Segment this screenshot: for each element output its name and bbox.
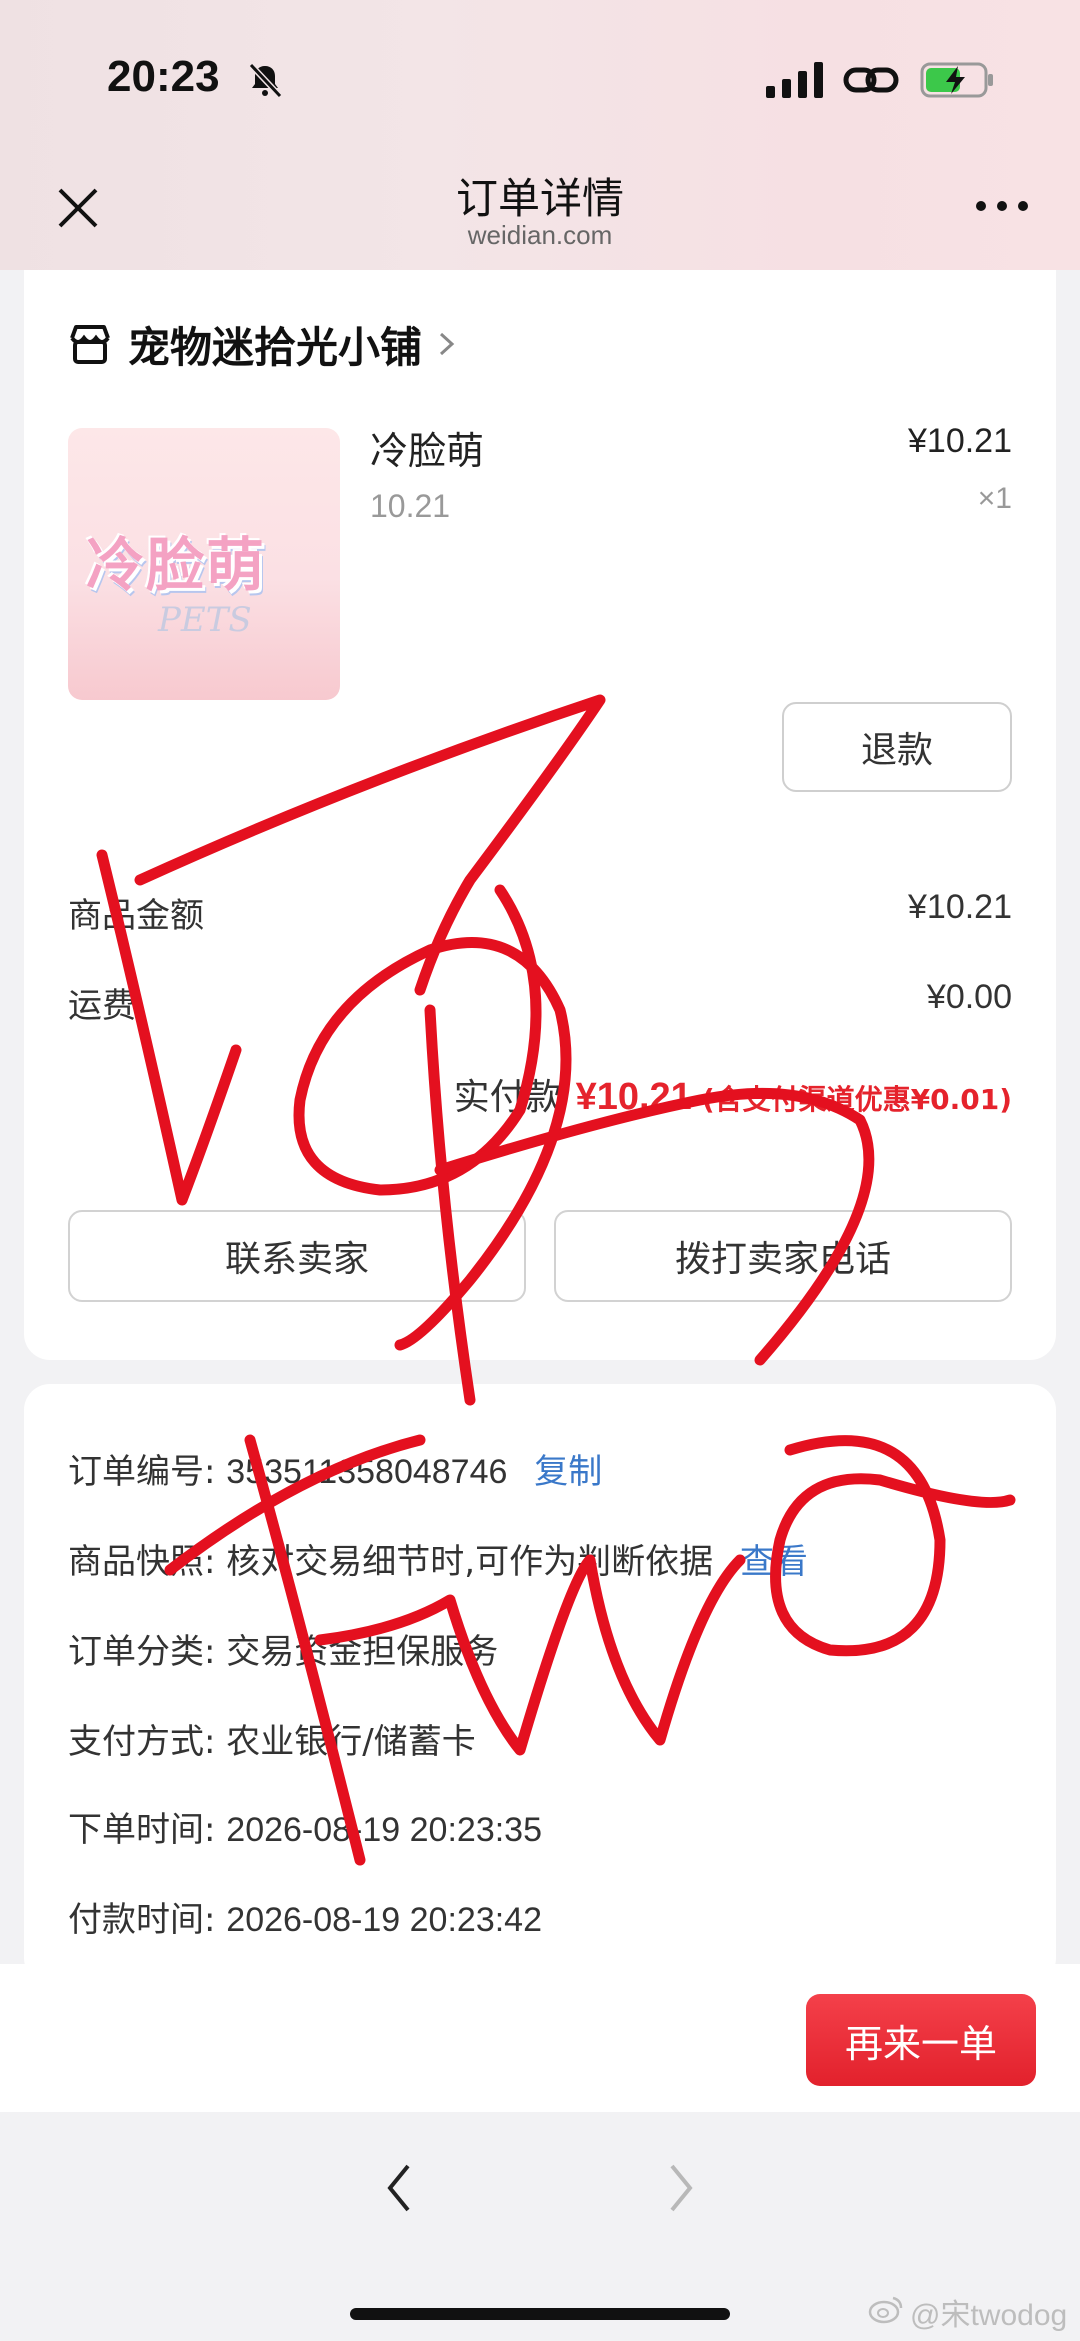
product-quantity: ×1 <box>977 482 1012 515</box>
weibo-logo-icon <box>868 2296 903 2324</box>
reorder-button[interactable]: 再来一单 <box>806 1994 1036 2086</box>
shop-name: 宠物迷拾光小铺 <box>128 322 423 372</box>
pay-time-label: 付款时间: <box>68 1900 216 1940</box>
product-title[interactable]: 冷脸萌 <box>370 420 484 475</box>
product-image-script: PETS <box>158 600 252 640</box>
category-row: 订单分类: 交易资金担保服务 <box>68 1624 1012 1673</box>
forward-arrow-icon[interactable] <box>660 2158 700 2218</box>
order-number-row: 订单编号: 353511358048746 复制 <box>68 1444 1012 1493</box>
shipping-row: 运费 ¥0.00 <box>68 978 1012 1028</box>
battery-charging-icon <box>920 62 993 98</box>
order-number-value: 353511358048746 <box>226 1453 508 1491</box>
goods-amount-value: ¥10.21 <box>908 888 1012 926</box>
bottom-action-bar: 再来一单 <box>0 1964 1080 2112</box>
pay-time-row: 付款时间: 2026-08-19 20:23:42 <box>68 1892 1012 1941</box>
order-time-row: 下单时间: 2026-08-19 20:23:35 <box>68 1802 1012 1851</box>
chevron-right-icon <box>440 332 455 356</box>
back-arrow-icon[interactable] <box>380 2158 420 2218</box>
order-info-card: 订单编号: 353511358048746 复制 商品快照: 核对交易细节时,可… <box>24 1384 1056 1984</box>
goods-amount-label: 商品金额 <box>68 896 204 936</box>
snapshot-label: 商品快照: <box>68 1542 216 1582</box>
category-value: 交易资金担保服务 <box>226 1632 499 1672</box>
snapshot-row: 商品快照: 核对交易细节时,可作为判断依据 查看 <box>68 1534 1012 1583</box>
paid-label: 实付款 <box>453 1077 562 1118</box>
shop-icon <box>70 325 110 364</box>
more-options-icon[interactable] <box>975 196 1029 216</box>
pay-time-value: 2026-08-19 20:23:42 <box>226 1901 542 1939</box>
order-summary-card: 宠物迷拾光小铺 冷脸萌 PETS 冷脸萌 10.21 ¥10.21 ×1 退款 … <box>24 270 1056 1360</box>
payment-method-label: 支付方式: <box>68 1722 216 1762</box>
shipping-label: 运费 <box>68 986 136 1026</box>
product-image-logo: 冷脸萌 <box>86 531 267 599</box>
product-image[interactable]: 冷脸萌 PETS <box>68 428 340 700</box>
shop-link[interactable]: 宠物迷拾光小铺 <box>68 314 462 374</box>
paid-row: 实付款 ¥10.21 (含支付渠道优惠¥0.01) <box>454 1068 1012 1120</box>
bell-muted-icon <box>248 62 283 99</box>
product-spec: 10.21 <box>370 488 451 524</box>
paid-amount: ¥10.21 <box>575 1076 692 1118</box>
product-price: ¥10.21 <box>908 422 1012 460</box>
copy-order-number-link[interactable]: 复制 <box>534 1452 602 1492</box>
order-number-label: 订单编号: <box>68 1452 216 1492</box>
call-seller-button[interactable]: 拨打卖家电话 <box>554 1210 1012 1302</box>
payment-method-value: 农业银行/储蓄卡 <box>226 1722 476 1762</box>
paid-discount-note: (含支付渠道优惠¥0.01) <box>701 1083 1012 1116</box>
category-label: 订单分类: <box>68 1632 216 1672</box>
page-domain: weidian.com <box>467 220 613 250</box>
status-bar: 20:23 <box>0 0 1080 150</box>
snapshot-value: 核对交易细节时,可作为判断依据 <box>226 1542 714 1582</box>
status-time: 20:23 <box>107 52 220 101</box>
refund-button[interactable]: 退款 <box>782 702 1012 792</box>
goods-amount-row: 商品金额 ¥10.21 <box>68 888 1012 938</box>
home-indicator <box>350 2308 730 2320</box>
link-icon <box>843 67 899 93</box>
contact-seller-button[interactable]: 联系卖家 <box>68 1210 526 1302</box>
payment-method-row: 支付方式: 农业银行/储蓄卡 <box>68 1714 1012 1763</box>
cellular-signal-icon <box>766 62 823 98</box>
order-time-label: 下单时间: <box>68 1810 216 1850</box>
order-time-value: 2026-08-19 20:23:35 <box>226 1811 542 1849</box>
watermark-text: @宋twodog <box>910 2299 1068 2332</box>
page-title: 订单详情 <box>455 174 624 223</box>
shipping-value: ¥0.00 <box>926 978 1012 1016</box>
view-snapshot-link[interactable]: 查看 <box>740 1542 808 1582</box>
